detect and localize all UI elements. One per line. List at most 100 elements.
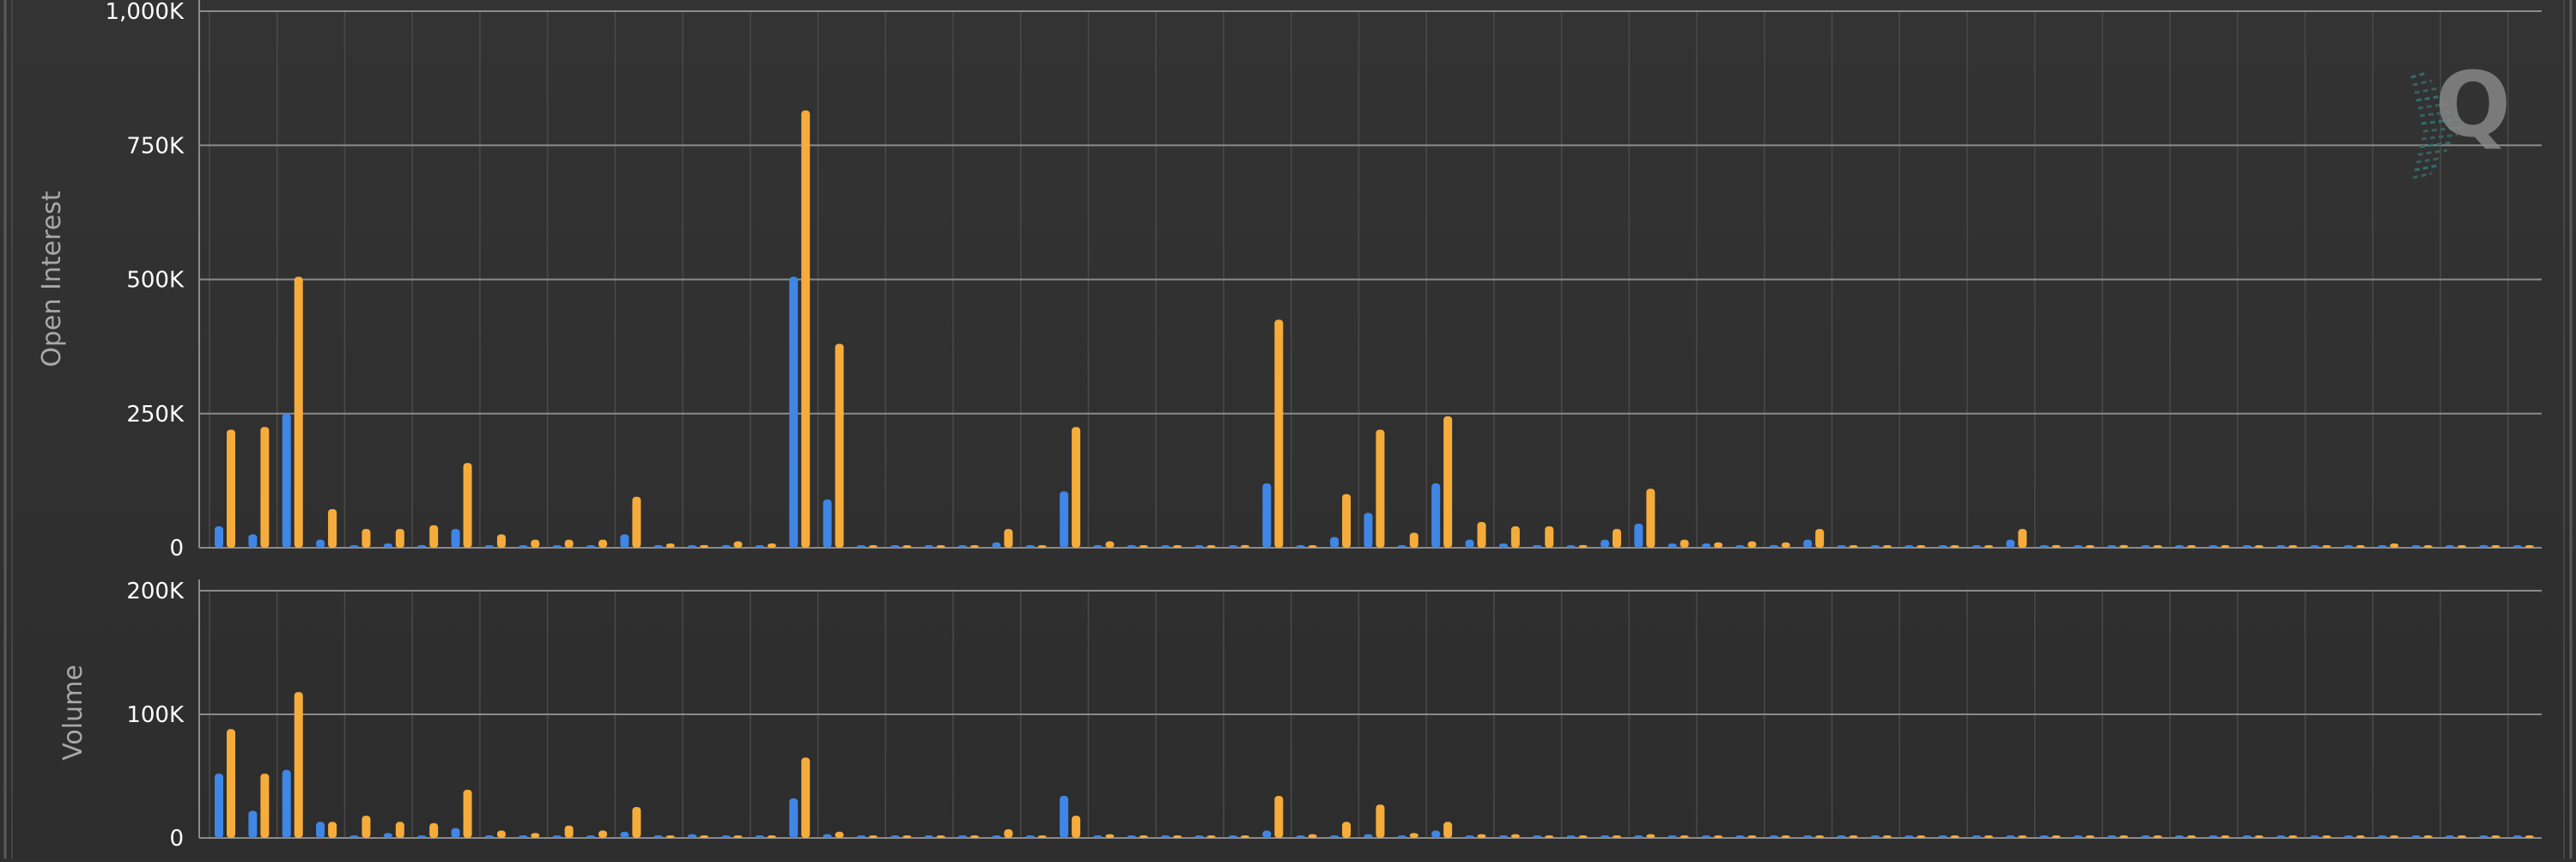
orange-bar [2390, 835, 2399, 838]
orange-bar [564, 825, 574, 838]
orange-bar [1037, 835, 1047, 838]
blue-bar [417, 835, 427, 838]
blue-bar [721, 835, 731, 838]
orange-bar [463, 789, 472, 838]
y-tick-label: 500K [126, 268, 185, 294]
orange-bar [970, 545, 980, 548]
orange-bar [1139, 545, 1148, 548]
blue-bar [1025, 545, 1035, 548]
orange-bar [2423, 835, 2433, 838]
orange-bar [767, 835, 776, 838]
blue-bar [755, 545, 764, 548]
orange-bar [665, 543, 675, 548]
orange-bar [294, 276, 303, 548]
blue-bar [1025, 835, 1035, 838]
logo-letter: Q [2435, 52, 2511, 157]
orange-bar [1308, 545, 1317, 548]
blue-bar [316, 822, 325, 838]
orange-bar [1409, 532, 1419, 548]
orange-bar [1443, 822, 1453, 838]
orange-bar [2491, 545, 2500, 548]
orange-bar [598, 830, 608, 838]
blue-bar [1060, 796, 1069, 838]
orange-bar [564, 539, 574, 548]
blue-bar [1566, 835, 1576, 838]
orange-bar [2356, 545, 2365, 548]
orange-bar [2390, 543, 2399, 548]
orange-bar [1545, 835, 1554, 838]
orange-bar [2051, 835, 2061, 838]
orange-bar [1984, 835, 1993, 838]
orange-bar [260, 774, 270, 838]
blue-bar [890, 835, 900, 838]
orange-bar [1747, 541, 1757, 548]
blue-bar [215, 526, 223, 548]
blue-bar [1194, 545, 1204, 548]
blue-bar [1769, 835, 1778, 838]
orange-bar [496, 534, 506, 548]
orange-bar [361, 816, 371, 838]
orange-bar [1612, 835, 1621, 838]
orange-bar [1882, 545, 1892, 548]
orange-bar [1376, 429, 1385, 548]
orange-bar [1714, 835, 1723, 838]
blue-bar [1431, 830, 1441, 838]
orange-bar [2086, 545, 2095, 548]
orange-bar [1004, 829, 1013, 838]
blue-bar [958, 545, 968, 548]
orange-bar [2423, 545, 2433, 548]
orange-bar [496, 830, 506, 838]
blue-bar [383, 833, 392, 838]
orange-bar [835, 831, 844, 838]
blue-bar [1161, 835, 1170, 838]
orange-bar [632, 496, 641, 548]
blue-bar [1600, 835, 1609, 838]
blue-bar [2512, 835, 2522, 838]
blue-bar [2074, 835, 2083, 838]
orange-bar [1646, 489, 1656, 548]
orange-bar [1815, 529, 1825, 548]
blue-bar [924, 545, 933, 548]
blue-bar [2074, 545, 2083, 548]
blue-bar [2512, 545, 2522, 548]
orange-bar [1917, 545, 1926, 548]
orange-bar [598, 539, 608, 548]
blue-bar [653, 835, 663, 838]
blue-bar [1769, 544, 1778, 548]
orange-bar [361, 529, 371, 548]
blue-bar [992, 542, 1001, 548]
orange-bar [2524, 835, 2534, 838]
orange-bar [1680, 835, 1689, 838]
orange-bar [2018, 529, 2027, 548]
blue-bar [1262, 830, 1272, 838]
blue-bar [2208, 545, 2218, 548]
blue-bar [620, 831, 629, 838]
blue-bar [2006, 539, 2015, 548]
blue-bar [1870, 835, 1880, 838]
blue-bar [823, 499, 832, 548]
orange-bar [2119, 544, 2129, 548]
blue-bar [789, 798, 799, 838]
orange-bar [260, 427, 270, 548]
orange-bar [1510, 834, 1520, 838]
blue-bar [1634, 835, 1643, 838]
blue-bar [1566, 545, 1576, 548]
blue-bar [1702, 835, 1711, 838]
blue-bar [1938, 835, 1947, 838]
orange-bar [2288, 835, 2298, 838]
orange-bar [1105, 834, 1115, 838]
blue-bar [1330, 835, 1340, 838]
orange-bar [2288, 545, 2298, 548]
y-axis-title: Open Interest [37, 191, 67, 367]
orange-bar [868, 835, 878, 838]
orange-bar [733, 541, 743, 548]
blue-bar [1296, 545, 1305, 548]
blue-bar [1837, 545, 1846, 548]
blue-bar [2411, 835, 2421, 838]
orange-bar [2051, 544, 2061, 548]
blue-bar [688, 545, 697, 548]
blue-bar [1127, 544, 1136, 548]
orange-bar [1342, 822, 1352, 838]
blue-bar [282, 413, 291, 548]
blue-bar [2175, 835, 2184, 838]
